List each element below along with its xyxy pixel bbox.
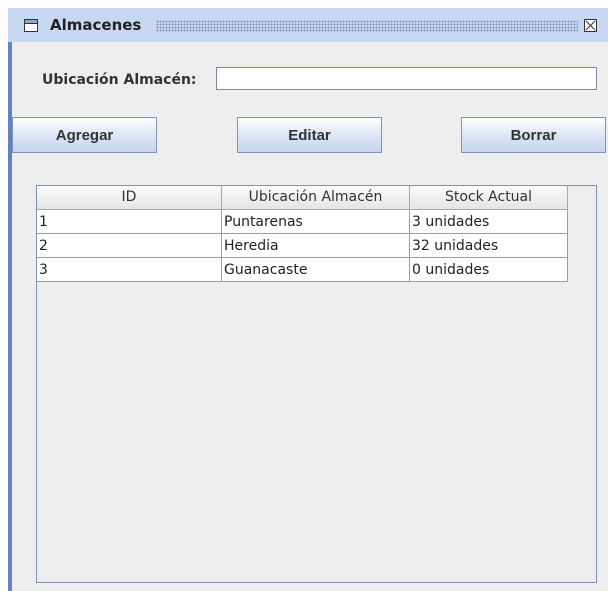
column-header-ubicacion[interactable]: Ubicación Almacén xyxy=(222,186,410,210)
cell-id: 2 xyxy=(37,234,222,258)
cell-ubicacion: Guanacaste xyxy=(222,258,410,282)
cell-ubicacion: Heredia xyxy=(222,234,410,258)
cell-id: 1 xyxy=(37,210,222,234)
agregar-button[interactable]: Agregar xyxy=(12,117,157,153)
column-header-id[interactable]: ID xyxy=(37,186,222,210)
window-icon xyxy=(24,19,38,32)
title-bar-grip xyxy=(156,20,578,32)
editar-button[interactable]: Editar xyxy=(237,117,382,153)
almacenes-window: Almacenes Ubicación Almacén: Agregar Edi… xyxy=(8,8,608,591)
close-icon[interactable] xyxy=(584,19,597,32)
borrar-button[interactable]: Borrar xyxy=(461,117,606,153)
cell-ubicacion: Puntarenas xyxy=(222,210,410,234)
ubicacion-input[interactable] xyxy=(216,67,597,90)
ubicacion-label: Ubicación Almacén: xyxy=(42,72,197,88)
almacenes-table[interactable]: ID Ubicación Almacén Stock Actual 1 Punt… xyxy=(36,185,597,583)
table-row[interactable]: 3 Guanacaste 0 unidades xyxy=(37,258,568,282)
cell-id: 3 xyxy=(37,258,222,282)
cell-stock: 0 unidades xyxy=(410,258,568,282)
content-panel: Ubicación Almacén: Agregar Editar Borrar… xyxy=(12,42,608,591)
cell-stock: 32 unidades xyxy=(410,234,568,258)
table-row[interactable]: 1 Puntarenas 3 unidades xyxy=(37,210,568,234)
table-row[interactable]: 2 Heredia 32 unidades xyxy=(37,234,568,258)
column-header-stock[interactable]: Stock Actual xyxy=(410,186,568,210)
window-title: Almacenes xyxy=(50,16,142,34)
table-header: ID Ubicación Almacén Stock Actual xyxy=(37,186,568,210)
cell-stock: 3 unidades xyxy=(410,210,568,234)
title-bar[interactable]: Almacenes xyxy=(8,8,608,42)
